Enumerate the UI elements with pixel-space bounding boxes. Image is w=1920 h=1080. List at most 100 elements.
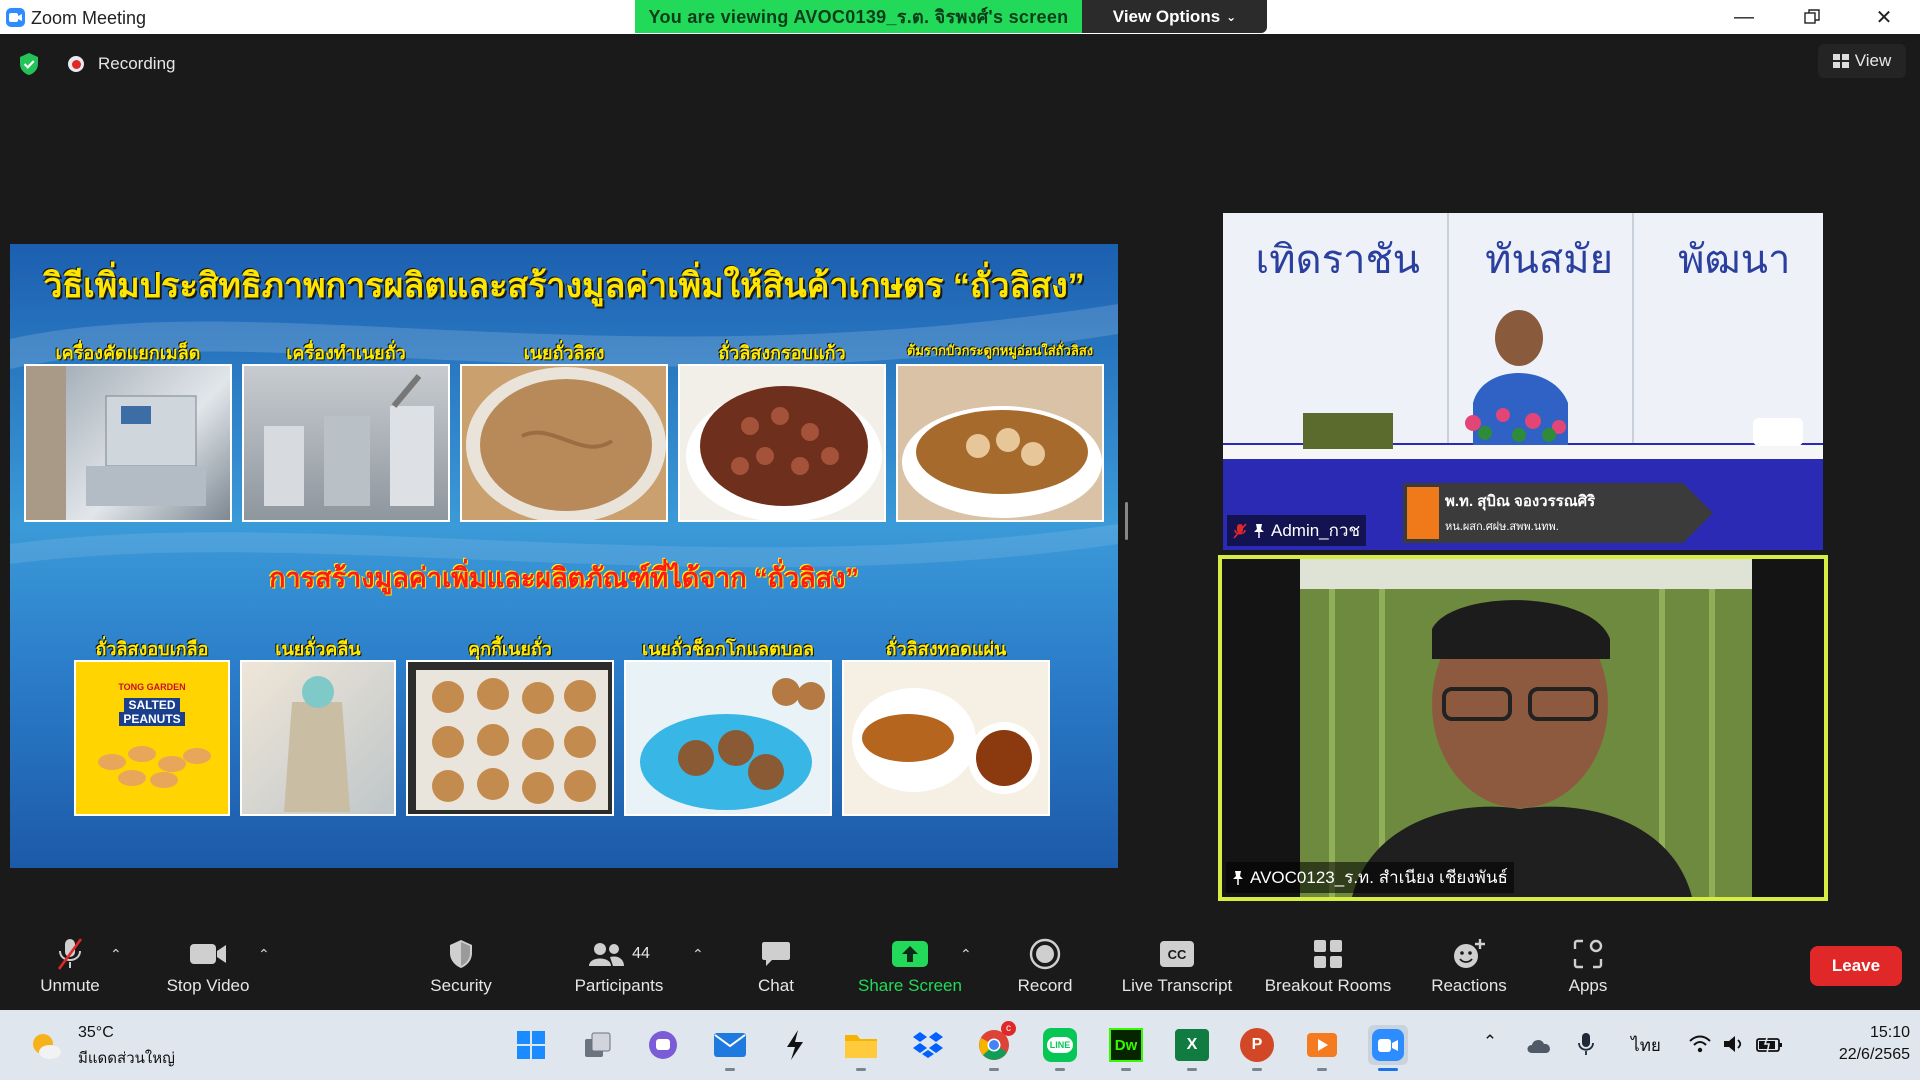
video-options-caret[interactable]: ⌃ — [258, 946, 270, 963]
record-label: Record — [1017, 976, 1073, 995]
record-icon — [1029, 938, 1061, 970]
unmute-button[interactable]: Unmute — [28, 934, 112, 1004]
microphone-tray-icon[interactable] — [1578, 1032, 1594, 1056]
fried-sheet-image — [842, 660, 1050, 816]
meeting-stage: Recording View วิธีเพิ่มประสิทธิภาพการผล… — [0, 34, 1920, 904]
mail-icon[interactable] — [710, 1025, 750, 1071]
video-tile-active-speaker[interactable]: AVOC0123_ร.ท. สำเนียง เชียงพันธ์ — [1218, 555, 1828, 901]
breakout-rooms-label: Breakout Rooms — [1264, 976, 1392, 995]
viewing-screen-banner: You are viewing AVOC0139_ร.ต. จิรพงศ์'s … — [635, 0, 1082, 33]
salted-peanut-image: TONG GARDEN SALTED PEANUTS — [74, 660, 230, 816]
volume-icon[interactable] — [1722, 1034, 1744, 1054]
line-app-icon[interactable]: LINE — [1040, 1025, 1080, 1071]
participants-button[interactable]: 44 Participants — [566, 934, 672, 1004]
windows-start-icon[interactable] — [511, 1025, 551, 1065]
record-button[interactable]: Record — [1010, 934, 1080, 1004]
chat-label: Chat — [758, 976, 794, 995]
clock-time: 15:10 — [1869, 1024, 1910, 1041]
weather-description[interactable]: มีแดดส่วนใหญ่ — [78, 1046, 175, 1070]
chrome-badge: c — [1001, 1021, 1016, 1036]
unmute-label: Unmute — [40, 976, 100, 995]
encryption-shield-icon[interactable] — [18, 52, 40, 76]
file-explorer-icon[interactable] — [841, 1025, 881, 1071]
wifi-icon[interactable] — [1688, 1034, 1712, 1054]
nameplate-line-2: หน.ผสก.ศฝษ.สพพ.นทพ. — [1445, 521, 1559, 533]
title-bar: Zoom Meeting You are viewing AVOC0139_ร.… — [0, 0, 1920, 34]
participants-label: Participants — [574, 976, 664, 995]
view-label: View — [1854, 51, 1892, 70]
grid-view-icon — [1832, 54, 1849, 68]
participant-name-tag: Admin_กวช — [1227, 515, 1367, 546]
live-transcript-button[interactable]: CC Live Transcript — [1112, 934, 1242, 1004]
shared-screen-slide: วิธีเพิ่มประสิทธิภาพการผลิตและสร้างมูลค่… — [10, 244, 1118, 868]
chat-bubble-icon — [762, 942, 790, 966]
dropbox-icon[interactable] — [908, 1025, 948, 1065]
banner-word-1: เทิดราชัน — [1255, 237, 1420, 283]
share-screen-button[interactable]: Share Screen — [850, 934, 970, 1004]
caption-lotus-soup: ต้มรากบัวกระดูกหมูอ่อนใส่ถั่วลิสง — [906, 343, 1094, 358]
participants-icon — [589, 943, 625, 966]
excel-icon-text: X — [1186, 1036, 1198, 1053]
banner-word-3: พัฒนา — [1678, 237, 1791, 283]
media-player-icon[interactable] — [1302, 1025, 1342, 1071]
caption-choco-ball: เนยถั่วช็อกโกแลตบอล — [641, 639, 815, 659]
dreamweaver-icon[interactable]: Dw — [1106, 1025, 1146, 1071]
apps-button[interactable]: Apps — [1548, 934, 1628, 1004]
view-options-button[interactable]: View Options ⌄ — [1082, 0, 1267, 33]
chat-button[interactable]: Chat — [738, 934, 814, 1004]
dw-icon-text: Dw — [1114, 1036, 1138, 1054]
crispy-peanut-image — [678, 364, 886, 522]
close-icon[interactable]: ✕ — [1850, 0, 1918, 34]
line-icon-text: LINE — [1046, 1037, 1074, 1053]
battery-icon[interactable] — [1756, 1034, 1784, 1054]
pack-text-1: SALTED — [124, 698, 180, 712]
restore-icon[interactable] — [1778, 0, 1846, 34]
reactions-icon — [1454, 939, 1485, 968]
security-label: Security — [430, 976, 492, 995]
cc-icon-text: CC — [1167, 946, 1187, 962]
seed-sorter-image — [24, 364, 232, 522]
butter-machine-image — [242, 364, 450, 522]
chevron-down-icon: ⌄ — [1226, 9, 1237, 24]
system-clock[interactable]: 15:10 22/6/2565 — [1800, 1022, 1910, 1066]
teams-chat-icon[interactable] — [643, 1025, 683, 1065]
windows-taskbar: 35°C มีแดดส่วนใหญ่ c LINE Dw X P ⌃ ไทย 1… — [0, 1010, 1920, 1080]
stop-video-button[interactable]: Stop Video — [158, 934, 258, 1004]
lightning-app-icon[interactable] — [775, 1025, 815, 1065]
split-divider-handle[interactable] — [1125, 502, 1128, 540]
pack-brand: TONG GARDEN — [118, 682, 186, 692]
reactions-label: Reactions — [1431, 976, 1507, 995]
participants-options-caret[interactable]: ⌃ — [692, 946, 704, 963]
minimize-icon[interactable]: — — [1710, 0, 1778, 34]
view-button[interactable]: View — [1818, 44, 1906, 78]
excel-icon[interactable]: X — [1172, 1025, 1212, 1071]
cookies-image — [406, 660, 614, 816]
video-tile-admin[interactable]: เทิดราชัน ทันสมัย พัฒนา พ.ท. สุบิณ จองวร… — [1223, 213, 1823, 550]
caption-salted-peanut: ถั่วลิสงอบเกลือ — [95, 639, 209, 659]
security-button[interactable]: Security — [416, 934, 506, 1004]
onedrive-cloud-icon[interactable] — [1525, 1036, 1553, 1054]
banner-words: เทิดราชัน ทันสมัย พัฒนา — [1223, 227, 1823, 291]
window-title: Zoom Meeting — [31, 8, 147, 28]
share-options-caret[interactable]: ⌃ — [960, 946, 972, 963]
peanut-butter-image — [460, 364, 668, 522]
caption-fried-sheet: ถั่วลิสงทอดแผ่น — [885, 639, 1007, 659]
breakout-rooms-button[interactable]: Breakout Rooms — [1258, 934, 1398, 1004]
weather-temperature[interactable]: 35°C — [78, 1024, 114, 1042]
clock-date: 22/6/2565 — [1838, 1046, 1910, 1063]
language-indicator[interactable]: ไทย — [1628, 1032, 1664, 1059]
chrome-icon[interactable]: c — [974, 1021, 1016, 1071]
security-shield-icon — [450, 940, 472, 968]
leave-button[interactable]: Leave — [1810, 946, 1902, 986]
task-view-icon[interactable] — [578, 1025, 618, 1065]
zoom-taskbar-icon[interactable] — [1368, 1025, 1408, 1071]
apps-icon — [1573, 939, 1603, 969]
tray-overflow-chevron-icon[interactable]: ⌃ — [1478, 1032, 1502, 1052]
weather-sun-icon[interactable] — [30, 1030, 62, 1062]
reactions-button[interactable]: Reactions — [1424, 934, 1514, 1004]
stop-video-label: Stop Video — [166, 976, 250, 995]
powerpoint-icon[interactable]: P — [1237, 1025, 1277, 1071]
audio-options-caret[interactable]: ⌃ — [110, 946, 122, 963]
pack-text-2: PEANUTS — [119, 712, 185, 726]
recording-label: Recording — [98, 54, 176, 73]
